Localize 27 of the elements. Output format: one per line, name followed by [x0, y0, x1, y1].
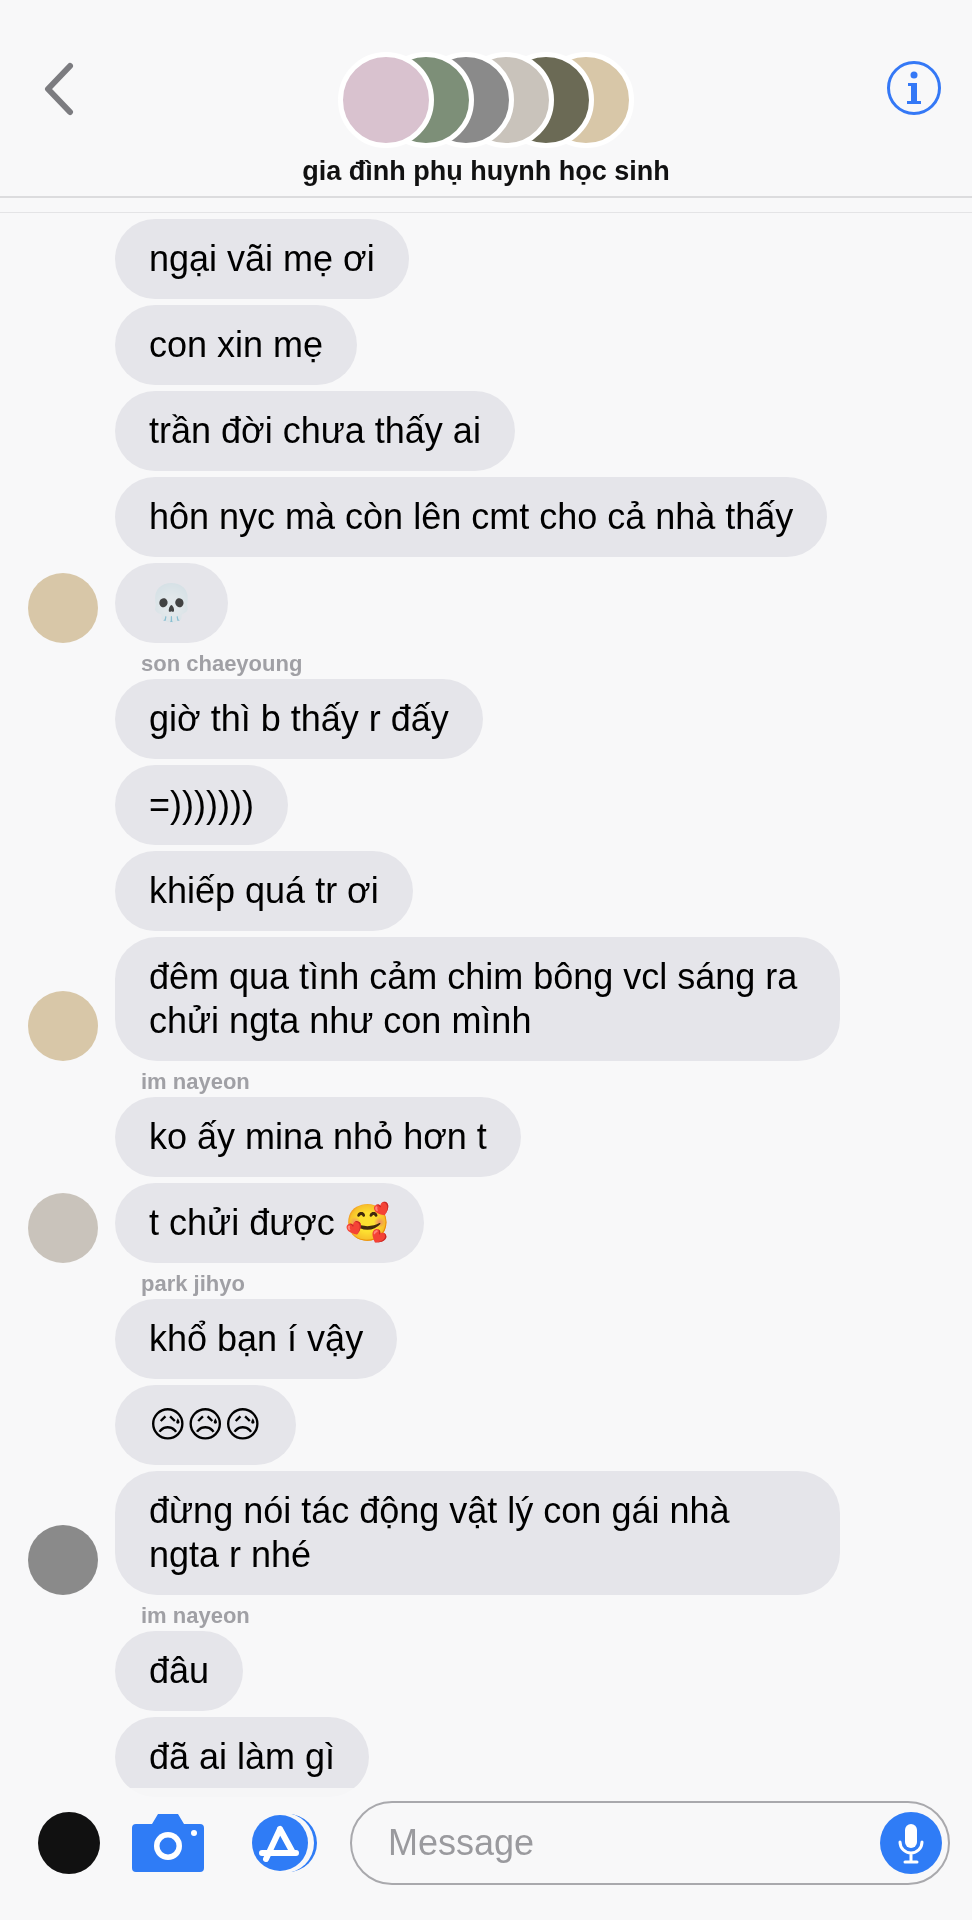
message-bubble: =))))))) [115, 765, 288, 845]
message-field[interactable]: Message [386, 1821, 880, 1865]
message-bubble: 😥😥😥 [115, 1385, 296, 1465]
message-bubble: khổ bạn í vậy [115, 1299, 398, 1379]
message-bubble: khiếp quá tr ơi [115, 851, 413, 931]
message-bubble: trần đời chưa thấy ai [115, 391, 515, 471]
message-bubble: t chửi được 🥰 [115, 1183, 424, 1263]
sender-name: park jihyo [141, 1271, 246, 1297]
camera-icon[interactable] [130, 1812, 206, 1874]
back-button[interactable] [44, 62, 74, 116]
message-bubble: 💀 [115, 563, 228, 643]
info-icon[interactable] [886, 60, 942, 116]
sender-name: im nayeon [141, 1603, 251, 1629]
message-bubble: đêm qua tình cảm chim bông vcl sáng ra chửi ngta như con mình [115, 937, 840, 1061]
microphone-icon [896, 1822, 926, 1864]
sender-name: son chaeyoung [141, 651, 304, 677]
message-bubble: giờ thì b thấy r đấy [115, 679, 483, 759]
message-bubble: ngại vãi mẹ ơi [115, 219, 409, 299]
group-title: gia đình phụ huynh học sinh [302, 156, 670, 187]
message-bubble: đừng nói tác động vật lý con gái nhà ngta r nhé [115, 1471, 840, 1595]
microphone-button[interactable] [880, 1812, 942, 1874]
message-bar[interactable]: Message [350, 1801, 950, 1885]
message-bubble: ko ấy mina nhỏ hơn t [115, 1097, 521, 1177]
message-bubble: đâu [115, 1631, 244, 1711]
message-bubble: con xin mẹ [115, 305, 358, 385]
sender-name: im nayeon [141, 1069, 251, 1095]
message-bubble: hôn nyc mà còn lên cmt cho cả nhà thấy [115, 477, 828, 557]
